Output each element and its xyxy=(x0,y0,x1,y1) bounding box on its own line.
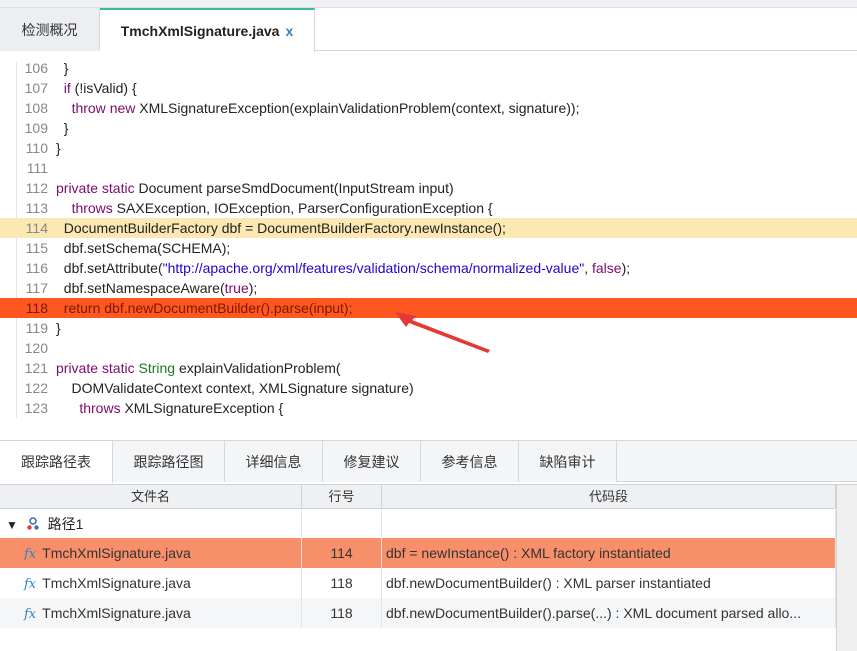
table-row[interactable]: fx TmchXmlSignature.java 118 dbf.newDocum… xyxy=(0,598,836,628)
code-line: 108 throw new XMLSignatureException(expl… xyxy=(24,100,580,116)
code-line: 107 if (!isValid) { xyxy=(24,80,137,96)
table-row[interactable]: fx TmchXmlSignature.java 118 dbf.newDocum… xyxy=(0,568,836,598)
top-strip xyxy=(0,0,857,8)
tab-overview[interactable]: 检测概况 xyxy=(0,8,100,51)
code-editor[interactable]: 106 } 107 if (!isValid) { 108 throw new … xyxy=(0,52,857,418)
code-line: 111 xyxy=(26,160,48,176)
code-line: 109 } xyxy=(24,120,69,136)
code-line: 115 dbf.setSchema(SCHEMA); xyxy=(25,240,231,256)
fx-icon: fx xyxy=(24,577,37,592)
table-header: 文件名 行号 代码段 xyxy=(0,485,836,509)
tab-overview-label: 检测概况 xyxy=(21,21,78,38)
table-row[interactable]: fx TmchXmlSignature.java 114 dbf = newIns… xyxy=(0,538,836,568)
code-line: 116 dbf.setAttribute("http://apache.org/… xyxy=(25,260,631,276)
trace-panel: 跟踪路径表 跟踪路径图 详细信息 修复建议 参考信息 缺陷审计 文件名 行号 代… xyxy=(0,440,857,651)
column-header-snippet[interactable]: 代码段 xyxy=(382,485,836,509)
tab-trace-table[interactable]: 跟踪路径表 xyxy=(0,441,113,483)
trace-table: 文件名 行号 代码段 ▼ 路径1 fx TmchXmlSignature.java… xyxy=(0,484,857,651)
vertical-scrollbar[interactable] xyxy=(836,485,857,651)
fx-icon: fx xyxy=(24,607,37,622)
code-line: 110} xyxy=(25,140,61,156)
tab-details[interactable]: 详细信息 xyxy=(225,441,323,482)
code-line: 121 private static String explainValidati… xyxy=(24,360,341,376)
tab-reference[interactable]: 参考信息 xyxy=(421,441,519,482)
code-line: 122 DOMValidateContext context, XMLSigna… xyxy=(24,380,414,396)
code-line-highlighted-source: 114 DocumentBuilderFactory dbf = Documen… xyxy=(0,218,857,238)
column-header-line[interactable]: 行号 xyxy=(302,485,382,509)
tab-trace-graph[interactable]: 跟踪路径图 xyxy=(113,441,225,482)
code-line: 113 throws SAXException, IOException, Pa… xyxy=(25,200,493,216)
triangle-down-icon[interactable]: ▼ xyxy=(6,518,18,532)
path-node-icon xyxy=(27,517,39,530)
fx-icon: fx xyxy=(24,547,37,562)
code-line: 106 } xyxy=(24,60,69,76)
tab-source-file-label: TmchXmlSignature.java xyxy=(120,23,280,39)
tab-source-file[interactable]: TmchXmlSignature.java x xyxy=(100,8,315,52)
tab-fix-suggestion[interactable]: 修复建议 xyxy=(323,441,421,482)
path-group-label: 路径1 xyxy=(47,516,84,532)
close-icon[interactable]: x xyxy=(285,23,293,39)
editor-tab-bar: 检测概况 TmchXmlSignature.java x xyxy=(0,8,857,52)
column-header-file[interactable]: 文件名 xyxy=(0,485,302,509)
bottom-tab-bar: 跟踪路径表 跟踪路径图 详细信息 修复建议 参考信息 缺陷审计 xyxy=(0,440,857,483)
tab-defect-audit[interactable]: 缺陷审计 xyxy=(519,441,617,482)
path-group-row[interactable]: ▼ 路径1 xyxy=(0,510,836,538)
code-line: 123 throws XMLSignatureException { xyxy=(24,400,284,416)
code-line: 112 private static Document parseSmdDocum… xyxy=(25,180,454,196)
red-arrow-pointer xyxy=(395,312,490,353)
code-line: 117 dbf.setNamespaceAware(true); xyxy=(25,280,258,296)
